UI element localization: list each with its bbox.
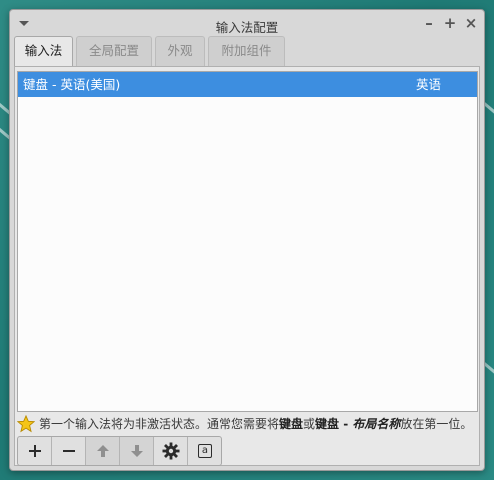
tab-addons[interactable]: 附加组件 [208, 36, 285, 66]
star-icon [17, 415, 35, 433]
minus-icon [62, 450, 75, 452]
add-button[interactable] [18, 437, 52, 465]
tab-appearance[interactable]: 外观 [155, 36, 205, 66]
move-down-button[interactable] [120, 437, 154, 465]
hint-message: 第一个输入法将为非激活状态。通常您需要将键盘或键盘 - 布局名称放在第一位。 [17, 414, 479, 434]
input-method-list[interactable]: 键盘 - 英语(美国) 英语 [17, 71, 478, 412]
hint-text: 第一个输入法将为非激活状态。通常您需要将键盘或键盘 - 布局名称放在第一位。 [39, 417, 473, 431]
config-window: 输入法配置 – + × 输入法 全局配置 外观 附加组件 键盘 - 英语(美国)… [9, 9, 485, 471]
arrow-up-icon [96, 445, 109, 457]
title-bar[interactable]: 输入法配置 – + × [10, 10, 484, 38]
tab-global-config[interactable]: 全局配置 [76, 36, 152, 66]
input-method-name: 键盘 - 英语(美国) [23, 77, 121, 92]
tab-input-method[interactable]: 输入法 [14, 36, 73, 67]
input-method-language: 英语 [416, 77, 442, 92]
arrow-down-icon [130, 445, 143, 457]
close-button[interactable]: × [462, 14, 480, 32]
plus-icon [28, 445, 41, 457]
minimize-button[interactable]: – [420, 14, 438, 32]
keyboard-layout-icon: a [198, 444, 212, 458]
window-title: 输入法配置 [215, 20, 279, 35]
list-toolbar: a [17, 436, 222, 466]
remove-button[interactable] [52, 437, 86, 465]
configure-button[interactable] [154, 437, 188, 465]
maximize-button[interactable]: + [441, 14, 459, 32]
list-item[interactable]: 键盘 - 英语(美国) 英语 [18, 72, 477, 97]
gear-icon [162, 442, 179, 460]
keyboard-layout-button[interactable]: a [188, 437, 222, 465]
move-up-button[interactable] [86, 437, 120, 465]
input-method-panel: 键盘 - 英语(美国) 英语 第一个输入法将为非激活状态。通常您需要将键盘或键盘… [14, 66, 480, 466]
